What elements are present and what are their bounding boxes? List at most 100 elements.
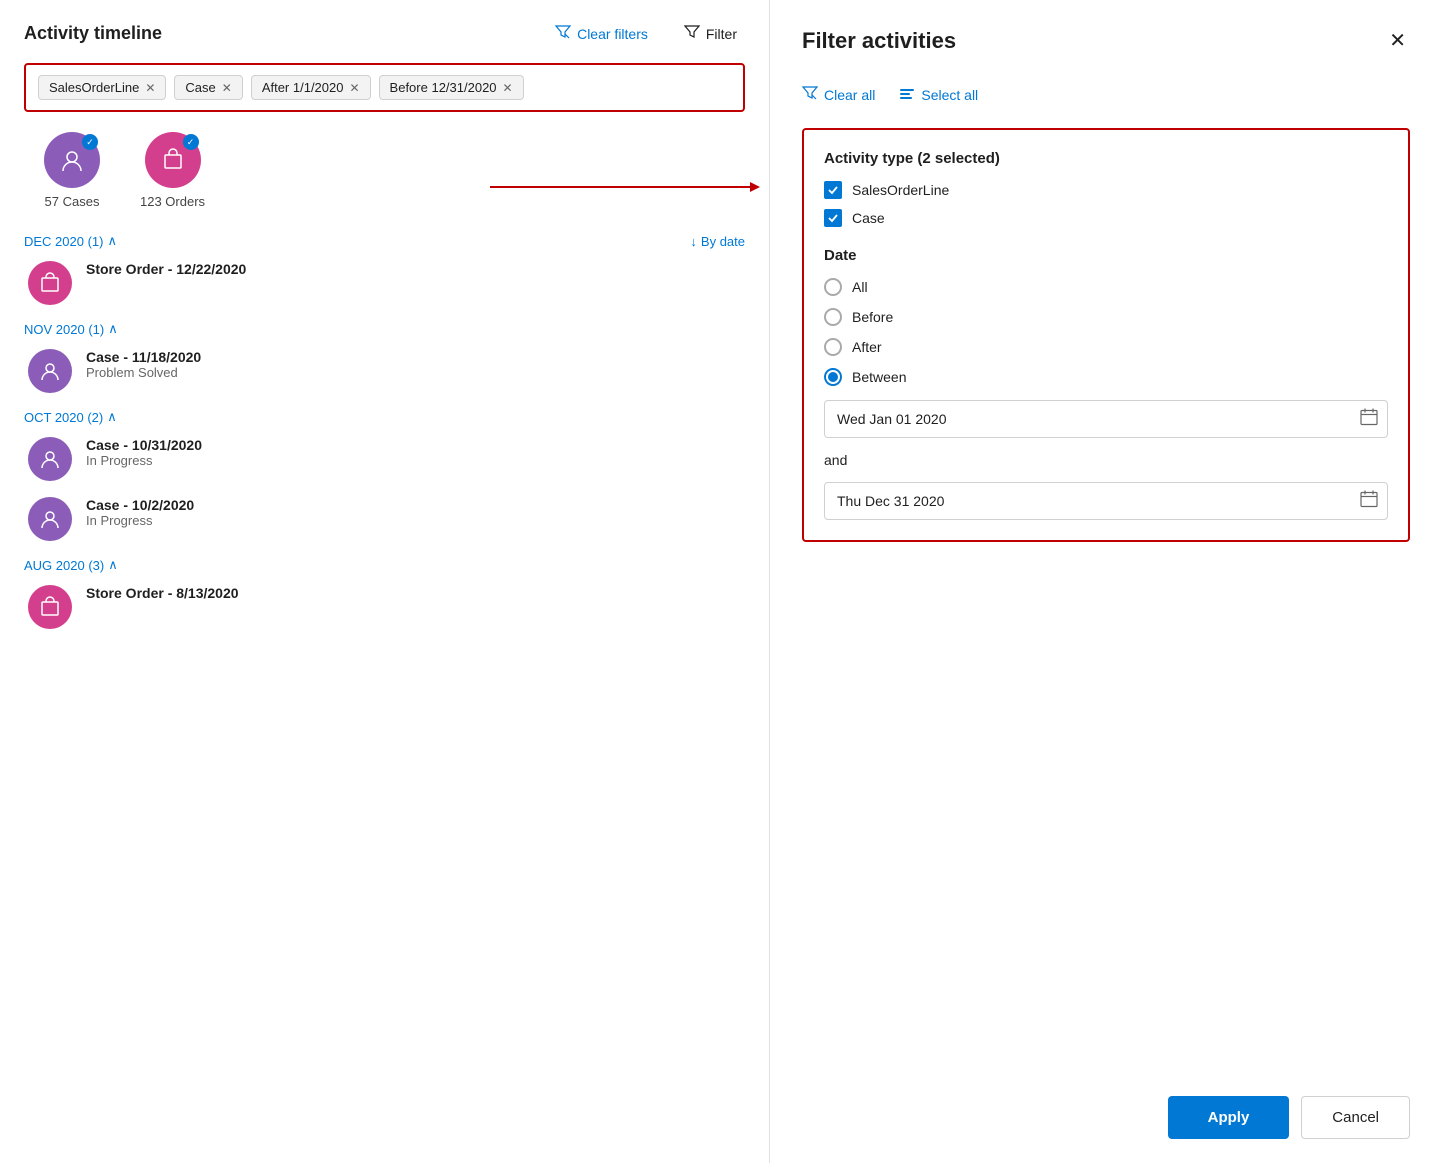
list-item: Case - 10/2/2020 In Progress [24,497,745,541]
filter-tag-salesorderline-label: SalesOrderLine [49,80,139,95]
radio-after-input[interactable] [824,338,842,356]
sort-down-icon: ↓ [690,234,697,249]
checkbox-salesorderline-label: SalesOrderLine [852,182,949,198]
radio-after-label: After [852,339,882,355]
activity-title: Activity timeline [24,23,162,44]
radio-between[interactable]: Between [824,368,1388,386]
case-nov-subtitle: Problem Solved [86,365,201,380]
date-to-input[interactable] [824,482,1388,520]
activity-type-label: Activity type (2 selected) [824,150,1388,167]
remove-before-icon[interactable]: ✕ [503,81,513,95]
checkbox-case-label: Case [852,210,885,226]
activity-header: Activity timeline Clear filters Filter [24,20,745,47]
list-item: Case - 10/31/2020 In Progress [24,437,745,481]
dec-month-toggle[interactable]: DEC 2020 (1) ∧ [24,233,117,249]
panel-toolbar: Clear all Select all [802,81,1410,108]
radio-between-input[interactable] [824,368,842,386]
filter-tag-after-label: After 1/1/2020 [262,80,344,95]
case-oct2-title: Case - 10/2/2020 [86,497,194,513]
aug-month-label: AUG 2020 (3) [24,558,104,573]
case-oct1-content: Case - 10/31/2020 In Progress [86,437,202,468]
panel-title: Filter activities [802,28,956,54]
left-panel: Activity timeline Clear filters Filter [0,0,770,1163]
checkbox-salesorderline-input[interactable] [824,181,842,199]
date-from-wrapper [824,400,1388,438]
chevron-up-icon-aug: ∧ [108,557,118,573]
filter-icon [684,24,700,43]
store-order-aug-content: Store Order - 8/13/2020 [86,585,239,601]
radio-after[interactable]: After [824,338,1388,356]
clear-filters-label: Clear filters [577,26,648,42]
radio-between-selected-dot [828,372,838,382]
date-to-row [824,482,1388,520]
nov-section-header: NOV 2020 (1) ∧ [24,321,745,337]
timeline-section-aug: AUG 2020 (3) ∧ Store Order - 8/13/2020 [24,557,745,629]
oct-month-toggle[interactable]: OCT 2020 (2) ∧ [24,409,117,425]
date-to-wrapper [824,482,1388,520]
checkbox-case-input[interactable] [824,209,842,227]
clear-filters-icon [555,24,571,43]
date-from-row [824,400,1388,438]
select-all-button[interactable]: Select all [899,81,978,108]
chevron-up-icon-dec: ∧ [107,233,117,249]
store-order-icon-dec [28,261,72,305]
radio-all[interactable]: All [824,278,1388,296]
select-all-label: Select all [921,87,978,103]
date-section: Date All Before After Between [824,247,1388,520]
filter-label: Filter [706,26,737,42]
sort-label: By date [701,234,745,249]
remove-case-icon[interactable]: ✕ [222,81,232,95]
checkbox-salesorderline[interactable]: SalesOrderLine [824,181,1388,199]
clear-all-icon [802,85,818,104]
filter-button[interactable]: Filter [676,20,745,47]
case-nov-title: Case - 11/18/2020 [86,349,201,365]
bottom-actions: Apply Cancel [802,1056,1410,1139]
calendar-to-button[interactable] [1360,490,1378,513]
list-item: Store Order - 8/13/2020 [24,585,745,629]
case-icon-oct2 [28,497,72,541]
store-order-dec-content: Store Order - 12/22/2020 [86,261,246,277]
calendar-from-button[interactable] [1360,408,1378,431]
aug-month-toggle[interactable]: AUG 2020 (3) ∧ [24,557,118,573]
clear-all-button[interactable]: Clear all [802,81,875,108]
check-badge-cases: ✓ [82,134,98,150]
nov-month-toggle[interactable]: NOV 2020 (1) ∧ [24,321,118,337]
radio-before[interactable]: Before [824,308,1388,326]
chevron-up-icon-nov: ∧ [108,321,118,337]
case-icon-nov [28,349,72,393]
list-item: Case - 11/18/2020 Problem Solved [24,349,745,393]
remove-salesorderline-icon[interactable]: ✕ [145,81,155,95]
cases-icon-circle: ✓ [44,132,100,188]
right-panel: Filter activities ✕ Clear all [770,0,1442,1163]
stat-orders: ✓ 123 Orders [140,132,205,209]
case-icon-oct1 [28,437,72,481]
filter-tag-after: After 1/1/2020 ✕ [251,75,371,100]
remove-after-icon[interactable]: ✕ [349,81,359,95]
close-button[interactable]: ✕ [1385,24,1410,57]
radio-before-label: Before [852,309,893,325]
dec-month-label: DEC 2020 (1) [24,234,103,249]
cancel-button[interactable]: Cancel [1301,1096,1410,1139]
case-oct1-title: Case - 10/31/2020 [86,437,202,453]
cases-label: 57 Cases [45,194,100,209]
clear-filters-button[interactable]: Clear filters [547,20,656,47]
dec-section-header: DEC 2020 (1) ∧ ↓ By date [24,233,745,249]
stats-row: ✓ 57 Cases ✓ 123 Orders [24,132,745,209]
store-order-icon-aug [28,585,72,629]
checkbox-case[interactable]: Case [824,209,1388,227]
radio-all-input[interactable] [824,278,842,296]
radio-between-label: Between [852,369,906,385]
case-oct2-subtitle: In Progress [86,513,194,528]
orders-label: 123 Orders [140,194,205,209]
filter-tag-salesorderline: SalesOrderLine ✕ [38,75,166,100]
filter-tag-before: Before 12/31/2020 ✕ [379,75,524,100]
stat-cases: ✓ 57 Cases [44,132,100,209]
timeline-section-dec: DEC 2020 (1) ∧ ↓ By date Store Order - 1… [24,233,745,305]
date-from-input[interactable] [824,400,1388,438]
check-badge-orders: ✓ [183,134,199,150]
timeline-section-nov: NOV 2020 (1) ∧ Case - 11/18/2020 Problem… [24,321,745,393]
sort-by-date-button[interactable]: ↓ By date [690,234,745,249]
aug-section-header: AUG 2020 (3) ∧ [24,557,745,573]
radio-before-input[interactable] [824,308,842,326]
apply-button[interactable]: Apply [1168,1096,1290,1139]
